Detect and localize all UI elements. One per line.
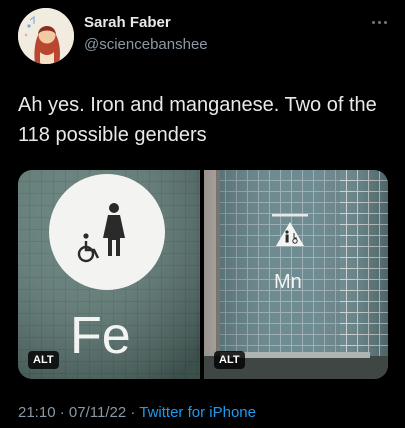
tweet-source-link[interactable]: Twitter for iPhone bbox=[139, 404, 256, 421]
media-photo-manganese-sign[interactable]: Mn ALT bbox=[204, 170, 388, 379]
person-icon bbox=[285, 230, 289, 243]
more-options-icon[interactable] bbox=[370, 16, 390, 30]
tweet-text: Ah yes. Iron and manganese. Two of the 1… bbox=[18, 94, 377, 146]
media-photo-iron-sign[interactable]: Fe ALT bbox=[18, 170, 200, 379]
tweet-time[interactable]: 21:10 bbox=[18, 404, 56, 421]
author-handle[interactable]: @sciencebanshee bbox=[84, 36, 208, 53]
alt-badge[interactable]: ALT bbox=[214, 351, 245, 369]
element-symbol-fe: Fe bbox=[70, 307, 131, 365]
media-grid: Fe ALT Mn ALT bbox=[18, 170, 388, 379]
author-name[interactable]: Sarah Faber bbox=[84, 14, 171, 31]
avatar[interactable] bbox=[18, 8, 74, 64]
tweet-date[interactable]: 07/11/22 bbox=[69, 404, 126, 421]
tweet-card: Sarah Faber @sciencebanshee Ah yes. Iron… bbox=[0, 0, 405, 428]
alt-badge[interactable]: ALT bbox=[28, 351, 59, 369]
tweet-meta: 21:10 · 07/11/22 · Twitter for iPhone bbox=[18, 404, 256, 421]
separator: · bbox=[59, 404, 65, 421]
separator: · bbox=[130, 404, 136, 421]
element-symbol-mn: Mn bbox=[274, 271, 302, 293]
avatar-illustration bbox=[18, 8, 74, 64]
